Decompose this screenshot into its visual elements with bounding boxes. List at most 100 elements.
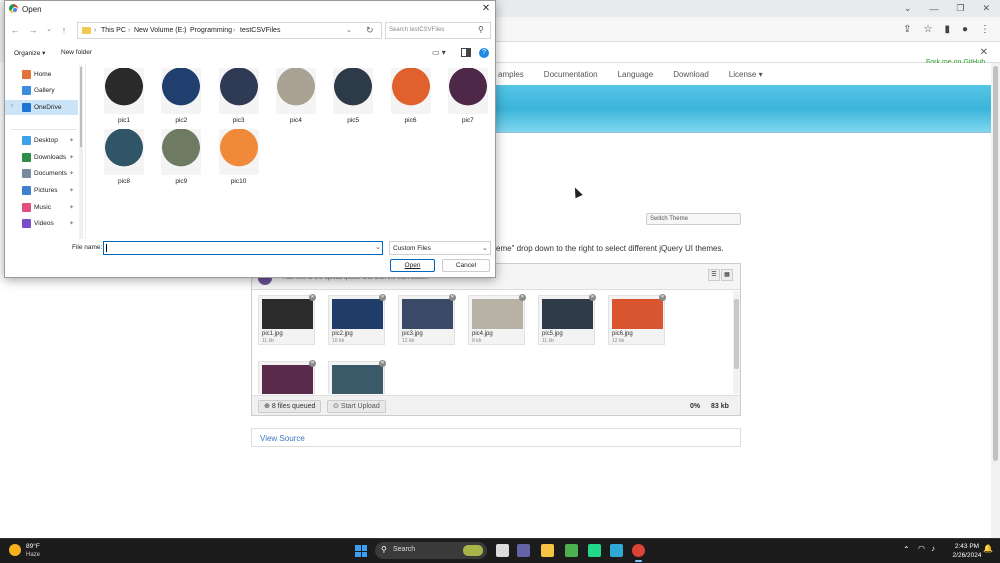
tray-overflow-icon[interactable]: ⌃	[903, 545, 910, 554]
nav-item-onedrive[interactable]: › OneDrive	[5, 100, 78, 115]
upload-item[interactable]: ✕ pic6.jpg 12 kb	[608, 294, 666, 345]
upload-item[interactable]: ✕ pic3.jpg 12 kb	[398, 294, 456, 345]
upload-item[interactable]: ✕ pic1.jpg 11 kb	[258, 294, 316, 345]
dialog-close-button[interactable]: ✕	[479, 2, 493, 15]
chrome-alt-icon[interactable]	[565, 544, 578, 557]
nav-item-music[interactable]: Music ✦	[5, 200, 78, 215]
nav-item-gallery[interactable]: Gallery	[5, 83, 78, 98]
remove-file-icon[interactable]: ✕	[379, 294, 386, 301]
restore-button[interactable]: ❐	[956, 3, 964, 14]
upload-item[interactable]: ✕ pic4.jpg 8 kb	[468, 294, 526, 345]
nav-link-documentation[interactable]: Documentation	[542, 70, 600, 79]
remove-file-icon[interactable]: ✕	[519, 294, 526, 301]
thumbnail-view-button[interactable]: ▦	[721, 269, 733, 281]
new-folder-button[interactable]: New folder	[61, 49, 92, 56]
start-upload-button[interactable]: ⊙ Start Upload	[327, 400, 386, 413]
taskbar-search-box[interactable]: ⚲ Search	[375, 542, 487, 559]
nav-item-downloads[interactable]: Downloads ✦	[5, 150, 78, 165]
wifi-icon[interactable]: ◠	[918, 544, 925, 553]
menu-icon[interactable]: ⋮	[980, 24, 990, 35]
cancel-button[interactable]: Cancel	[442, 259, 490, 272]
weather-sun-icon[interactable]	[9, 544, 21, 556]
share-icon[interactable]: ⇪	[903, 24, 911, 35]
help-icon[interactable]: ?	[479, 48, 489, 58]
refresh-icon[interactable]: ↻	[366, 25, 374, 36]
close-window-button[interactable]: ✕	[982, 3, 990, 14]
recent-chevron-icon[interactable]: ⌄	[43, 24, 55, 36]
file-item[interactable]: pic5	[327, 66, 379, 126]
file-item[interactable]: pic9	[155, 127, 207, 187]
open-button[interactable]: Open	[390, 259, 435, 272]
switch-theme-select[interactable]: Switch Theme	[646, 213, 741, 225]
breadcrumb-testcsvfiles[interactable]: testCSVFiles	[240, 27, 280, 34]
nav-pane-scrollbar-thumb[interactable]	[80, 67, 82, 147]
file-name-input[interactable]	[103, 241, 383, 255]
teams-icon[interactable]	[517, 544, 530, 557]
windows-start-icon[interactable]	[355, 545, 367, 557]
remove-file-icon[interactable]: ✕	[449, 294, 456, 301]
file-explorer-icon[interactable]	[541, 544, 554, 557]
upload-item[interactable]: ✕pic7.jpg	[258, 360, 316, 394]
notification-bell-icon[interactable]: 🔔	[983, 544, 993, 553]
chevron-right-icon[interactable]: ›	[11, 103, 13, 109]
upload-item[interactable]: ✕pic8.jpg	[328, 360, 386, 394]
nav-link-language[interactable]: Language	[616, 70, 656, 79]
file-item[interactable]: pic7	[442, 66, 494, 126]
upload-list-scrollbar-thumb[interactable]	[734, 299, 739, 369]
breadcrumb-this-pc[interactable]: This PC	[101, 27, 126, 34]
remove-file-icon[interactable]: ✕	[659, 294, 666, 301]
file-item[interactable]: pic4	[270, 66, 322, 126]
task-view-icon[interactable]	[496, 544, 509, 557]
sidepanel-icon[interactable]: ▮	[944, 24, 950, 35]
organize-button[interactable]: Organize ▾	[14, 49, 45, 57]
change-view-icon[interactable]: ▭ ▾	[432, 48, 446, 57]
file-name-dropdown-icon[interactable]: ⌄	[375, 243, 381, 251]
breadcrumb-programming[interactable]: Programming	[190, 27, 232, 34]
nav-link-license[interactable]: License ▾	[727, 70, 765, 79]
file-item[interactable]: pic8	[98, 127, 150, 187]
back-arrow-icon[interactable]: ←	[9, 24, 21, 36]
nav-item-home[interactable]: Home	[5, 67, 78, 82]
nav-link-download[interactable]: Download	[671, 70, 711, 79]
preview-pane-icon[interactable]	[461, 48, 471, 57]
nav-link-examples[interactable]: amples	[496, 70, 526, 79]
weather-temperature[interactable]: 89°F	[26, 543, 40, 550]
clock-time[interactable]: 2:43 PM	[952, 543, 982, 550]
add-files-button[interactable]: ⊕ 8 files queued	[258, 400, 322, 413]
address-dropdown-icon[interactable]: ⌄	[346, 26, 352, 34]
file-item[interactable]: pic1	[98, 66, 150, 126]
chrome-icon[interactable]	[632, 544, 645, 562]
file-item[interactable]: pic10	[213, 127, 265, 187]
breadcrumb-new-volume[interactable]: New Volume (E:)	[134, 27, 187, 34]
pycharm-icon[interactable]	[588, 544, 601, 557]
clock-date[interactable]: 2/26/2024	[948, 552, 986, 559]
weather-condition[interactable]: Haze	[26, 552, 40, 558]
remove-file-icon[interactable]: ✕	[589, 294, 596, 301]
tab-search-button[interactable]: ⌄	[904, 3, 912, 14]
nav-item-desktop[interactable]: Desktop ✦	[5, 133, 78, 148]
file-item[interactable]: pic2	[155, 66, 207, 126]
upload-item[interactable]: ✕ pic2.jpg 10 kb	[328, 294, 386, 345]
search-input[interactable]: Search testCSVFiles ⚲	[385, 22, 491, 39]
star-icon[interactable]: ☆	[923, 24, 932, 35]
notepad-icon[interactable]	[610, 544, 623, 557]
address-bar[interactable]: › This PC › New Volume (E:) › Programmin…	[77, 22, 382, 39]
upload-list-scrollbar[interactable]	[733, 291, 740, 394]
list-view-button[interactable]: ☰	[708, 269, 720, 281]
up-arrow-icon[interactable]: ↑	[58, 24, 70, 36]
nav-item-videos[interactable]: Videos ✦	[5, 216, 78, 231]
file-item[interactable]: pic6	[385, 66, 437, 126]
remove-file-icon[interactable]: ✕	[379, 360, 386, 367]
file-item[interactable]: pic3	[213, 66, 265, 126]
page-scrollbar-thumb[interactable]	[993, 66, 998, 461]
volume-icon[interactable]: ♪	[931, 544, 935, 553]
profile-icon[interactable]: ●	[962, 24, 968, 35]
minimize-button[interactable]: —	[929, 4, 938, 14]
nav-item-pictures[interactable]: Pictures ✦	[5, 183, 78, 198]
file-type-select[interactable]: Custom Files ⌄	[389, 241, 491, 255]
view-source-link[interactable]: View Source	[260, 434, 305, 443]
upload-item[interactable]: ✕ pic5.jpg 11 kb	[538, 294, 596, 345]
close-icon[interactable]: ✕	[980, 47, 988, 58]
remove-file-icon[interactable]: ✕	[309, 360, 316, 367]
forward-arrow-icon[interactable]: →	[27, 24, 39, 36]
